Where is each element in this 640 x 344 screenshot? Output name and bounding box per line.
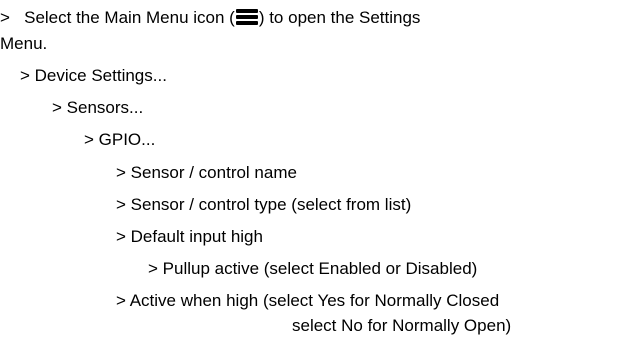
intro-text-after-icon: ) to open the Settings	[258, 8, 421, 27]
intro-marker: >	[0, 8, 10, 27]
intro-continuation: Menu.	[0, 34, 48, 53]
intro-text-before-icon: Select the Main Menu icon (	[24, 8, 235, 27]
step-active-when-high: > Active when high (select Yes for Norma…	[116, 291, 500, 310]
step-device-settings: > Device Settings...	[20, 66, 167, 85]
step-active-when-high-continuation: select No for Normally Open)	[292, 316, 512, 335]
step-sensor-control-name: > Sensor / control name	[116, 163, 297, 182]
step-default-input-high: > Default input high	[116, 227, 263, 246]
step-sensor-control-type: > Sensor / control type (select from lis…	[116, 195, 412, 214]
step-gpio: > GPIO...	[84, 130, 156, 149]
intro-line: > Select the Main Menu icon ( ) to open t…	[0, 8, 420, 28]
step-sensors: > Sensors...	[52, 98, 144, 117]
hamburger-menu-icon	[235, 8, 258, 26]
step-pullup-active: > Pullup active (select Enabled or Disab…	[148, 259, 478, 278]
